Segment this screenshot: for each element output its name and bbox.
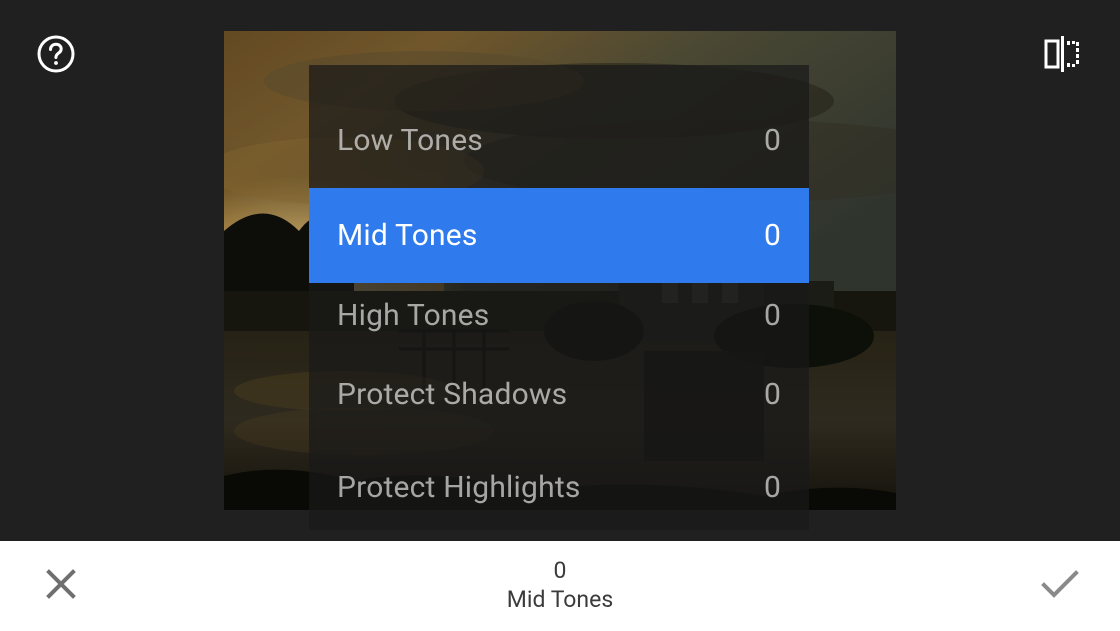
menu-item-mid-tones[interactable]: Mid Tones 0 — [309, 188, 809, 283]
menu-item-label: Mid Tones — [337, 218, 478, 253]
bottom-toolbar: 0 Mid Tones — [0, 541, 1120, 631]
current-label: Mid Tones — [507, 586, 613, 615]
compare-button[interactable] — [1040, 34, 1084, 78]
current-value: 0 — [507, 557, 613, 586]
flip-compare-icon — [1040, 32, 1084, 80]
menu-item-label: High Tones — [337, 298, 489, 333]
help-button[interactable] — [36, 36, 76, 76]
editor-canvas-area: Low Tones 0 Mid Tones 0 High Tones 0 Pro… — [0, 0, 1120, 541]
close-icon — [43, 566, 79, 606]
menu-item-label: Low Tones — [337, 123, 483, 158]
current-adjustment-status: 0 Mid Tones — [507, 557, 613, 615]
menu-item-label: Protect Shadows — [337, 377, 567, 412]
menu-item-value: 0 — [764, 298, 781, 333]
help-circle-icon — [36, 34, 76, 78]
menu-item-value: 0 — [764, 123, 781, 158]
cancel-button[interactable] — [38, 563, 84, 609]
menu-item-value: 0 — [764, 470, 781, 505]
menu-item-low-tones[interactable]: Low Tones 0 — [309, 65, 809, 188]
confirm-button[interactable] — [1036, 563, 1082, 609]
menu-item-protect-shadows[interactable]: Protect Shadows 0 — [309, 347, 809, 442]
menu-item-value: 0 — [764, 377, 781, 412]
menu-item-high-tones[interactable]: High Tones 0 — [309, 283, 809, 347]
menu-item-value: 0 — [764, 218, 781, 253]
menu-item-label: Protect Highlights — [337, 470, 581, 505]
adjustment-menu[interactable]: Low Tones 0 Mid Tones 0 High Tones 0 Pro… — [309, 65, 809, 530]
checkmark-icon — [1038, 563, 1080, 609]
menu-item-protect-highlights[interactable]: Protect Highlights 0 — [309, 442, 809, 530]
